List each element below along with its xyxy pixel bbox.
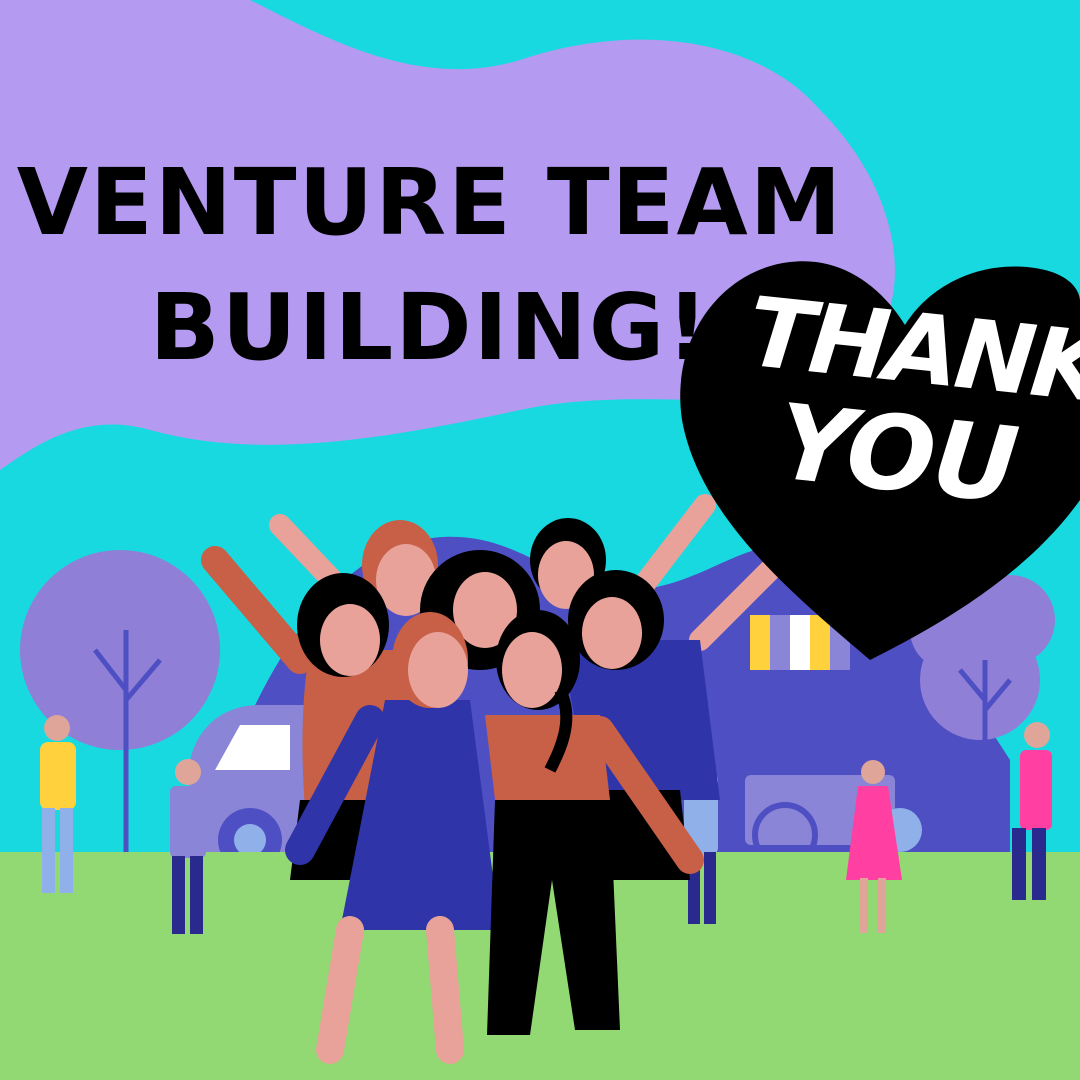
poster: VENTURE TEAM BUILDING! THANK YOU bbox=[0, 0, 1080, 1080]
headline-line-2: BUILDING! bbox=[149, 274, 711, 382]
headline-line-1: VENTURE TEAM bbox=[16, 149, 844, 256]
you-word: YOU bbox=[771, 380, 1022, 527]
headline: VENTURE TEAM BUILDING! bbox=[10, 140, 850, 390]
thank-you-text: THANK YOU bbox=[732, 276, 1080, 527]
